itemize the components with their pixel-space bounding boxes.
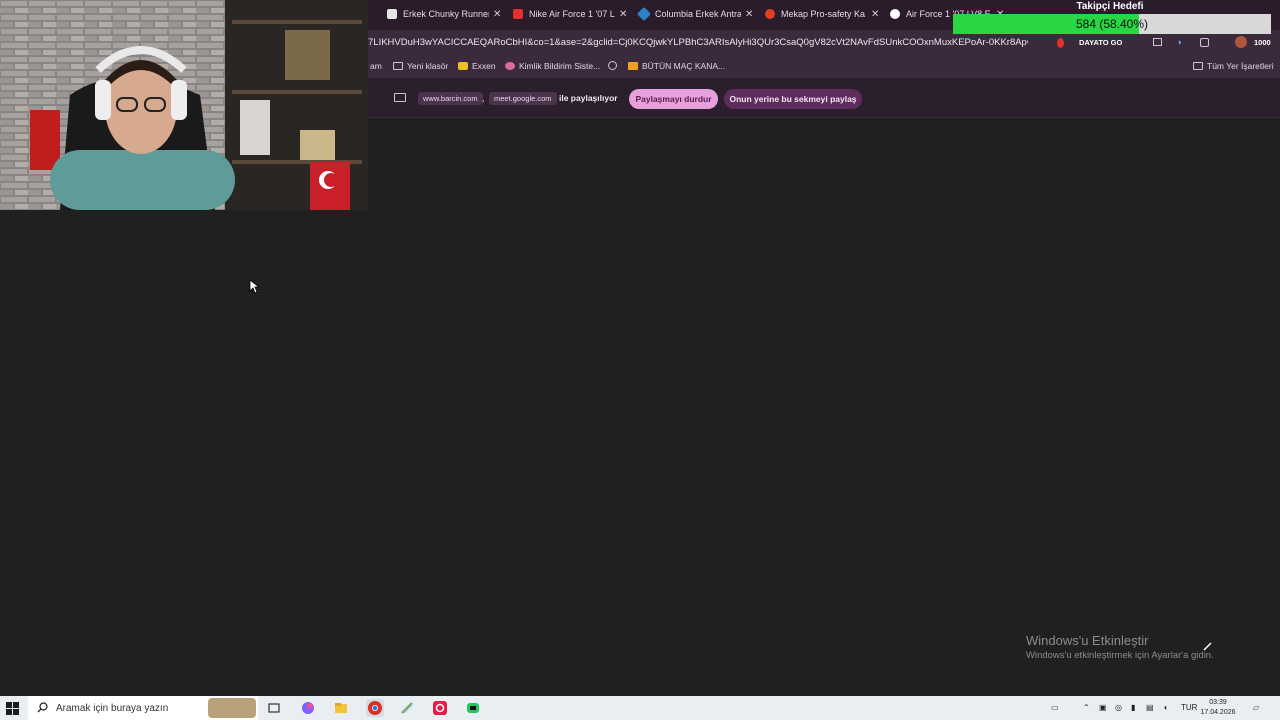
- bookmark-label: BÜTÜN MAÇ KANA...: [642, 61, 726, 71]
- microphone-icon[interactable]: ▮: [1131, 703, 1135, 712]
- clock[interactable]: 03:39 17.04.2026: [1198, 698, 1238, 718]
- close-icon[interactable]: ✕: [493, 9, 501, 20]
- globe-icon: [608, 61, 617, 70]
- file-explorer-icon[interactable]: [333, 700, 349, 716]
- all-bookmarks[interactable]: Tüm Yer İşaretleri: [1193, 61, 1274, 71]
- search-icon: [37, 702, 48, 713]
- screen: Erkek Chunky Runner ✕ Nike Air Force 1 '…: [0, 0, 1280, 720]
- bookmark-globe[interactable]: [608, 61, 621, 70]
- bookmark-label: Yeni klasör: [407, 61, 449, 71]
- search-placeholder: Aramak için buraya yazın: [56, 703, 169, 714]
- taskbar-search[interactable]: Aramak için buraya yazın: [28, 696, 258, 720]
- tab-favicon-icon: [636, 6, 652, 22]
- bookmark-mac[interactable]: BÜTÜN MAÇ KANA...: [628, 61, 725, 71]
- tray-app-icon[interactable]: ◎: [1115, 703, 1122, 712]
- dayato-extension-label[interactable]: DAYATO GO: [1079, 38, 1122, 47]
- url-field[interactable]: 7LIKHVDuH3wYACICCAEQARoCbHI&co=1&ase=2&g…: [368, 37, 1028, 48]
- tray-app-icon[interactable]: ▣: [1099, 703, 1107, 712]
- taskbar: Aramak için buraya yazın ▭ ⌃ ▣ ◎ ▮ ▤ ◖ T…: [0, 696, 1280, 720]
- share-status-text: ile paylaşılıyor: [559, 93, 618, 103]
- cast-icon[interactable]: [1153, 38, 1162, 46]
- follower-goal-value: 584 (58.40%): [1075, 17, 1149, 31]
- windows-start-icon[interactable]: [6, 702, 19, 715]
- bookmark-kimlik[interactable]: Kimlik Bildirim Siste...: [505, 61, 600, 71]
- bookmark-label: Exxen: [472, 61, 496, 71]
- copilot-icon[interactable]: [300, 700, 316, 716]
- tab-favicon-icon: [387, 9, 397, 19]
- bookmark-folder[interactable]: Yeni klasör: [393, 61, 448, 71]
- screen-share-icon: [394, 93, 406, 102]
- folder-icon: [1193, 62, 1203, 70]
- separator: ,: [482, 93, 485, 103]
- notes-app-icon[interactable]: [399, 700, 415, 716]
- close-icon[interactable]: ✕: [619, 9, 627, 20]
- keyboard-icon[interactable]: ▭: [1051, 703, 1059, 712]
- search-highlight-image: [208, 698, 256, 718]
- chrome-icon[interactable]: [366, 699, 384, 717]
- webcam-image: [0, 0, 368, 210]
- folder-icon: [393, 62, 403, 70]
- follower-goal-progress: 584 (58.40%): [953, 14, 1271, 34]
- bookmark-label: Kimlik Bildirim Siste...: [519, 61, 601, 71]
- clock-date: 17.04.2026: [1200, 709, 1236, 716]
- bookmark-partial[interactable]: am: [370, 61, 382, 71]
- stop-sharing-button[interactable]: Paylaşmayı durdur: [629, 89, 718, 109]
- tab[interactable]: Nike Air Force 1 '07 L ✕: [513, 4, 627, 24]
- task-view-icon[interactable]: [266, 700, 282, 716]
- tab-favicon-icon: [765, 9, 775, 19]
- tab-label: Columbia Erkek Antra: [655, 9, 741, 19]
- follower-goal-title: Takipçi Hedefi: [1076, 1, 1144, 12]
- tab-favicon-icon: [890, 9, 900, 19]
- tab[interactable]: Mekap Pro-safety Ka ✕: [765, 4, 879, 24]
- pen-icon: [505, 62, 515, 70]
- exxen-icon: [458, 62, 468, 70]
- app-icon-red[interactable]: [432, 700, 448, 716]
- extension-icon[interactable]: [1057, 38, 1064, 48]
- bookmark-exxen[interactable]: Exxen: [458, 61, 496, 71]
- chevron-up-icon[interactable]: ⌃: [1083, 703, 1090, 712]
- avatar[interactable]: [1235, 36, 1247, 48]
- close-icon[interactable]: ✕: [745, 9, 753, 20]
- close-icon[interactable]: ✕: [871, 9, 879, 20]
- shared-site-chip: meet.google.com: [489, 92, 557, 105]
- volume-icon[interactable]: ◖: [1163, 703, 1168, 712]
- tab[interactable]: Erkek Chunky Runner ✕: [387, 4, 501, 24]
- pen-cursor-icon: [1203, 642, 1212, 651]
- tab-label: Mekap Pro-safety Ka: [781, 9, 866, 19]
- network-icon[interactable]: ▤: [1146, 703, 1154, 712]
- activation-watermark-title: Windows'u Etkinleştir: [1026, 633, 1149, 648]
- jp-icon: [628, 62, 638, 70]
- webcam-overlay: [0, 0, 368, 210]
- tab-label: Erkek Chunky Runner: [403, 9, 489, 19]
- counter-label: 1000: [1254, 38, 1271, 47]
- tab[interactable]: Columbia Erkek Antra ✕: [636, 4, 753, 24]
- shared-site-chip: www.barcin.com: [418, 92, 483, 105]
- wifi-extension-icon[interactable]: ◗: [1177, 37, 1182, 47]
- notifications-icon[interactable]: ▱: [1253, 703, 1259, 712]
- app-icon-green[interactable]: [465, 700, 481, 716]
- tab-label: Nike Air Force 1 '07 L: [529, 9, 615, 19]
- all-bookmarks-label: Tüm Yer İşaretleri: [1207, 61, 1274, 71]
- share-this-tab-button[interactable]: Onun yerine bu sekmeyi paylaş: [724, 89, 862, 109]
- activation-watermark-subtitle: Windows'u etkinleştirmek için Ayarlar'a …: [1026, 650, 1214, 661]
- language-indicator[interactable]: TUR: [1181, 703, 1197, 712]
- mouse-cursor-icon: [249, 279, 259, 294]
- tab-favicon-icon: [513, 9, 523, 19]
- extensions-icon[interactable]: [1200, 38, 1209, 47]
- clock-time: 03:39: [1209, 699, 1227, 706]
